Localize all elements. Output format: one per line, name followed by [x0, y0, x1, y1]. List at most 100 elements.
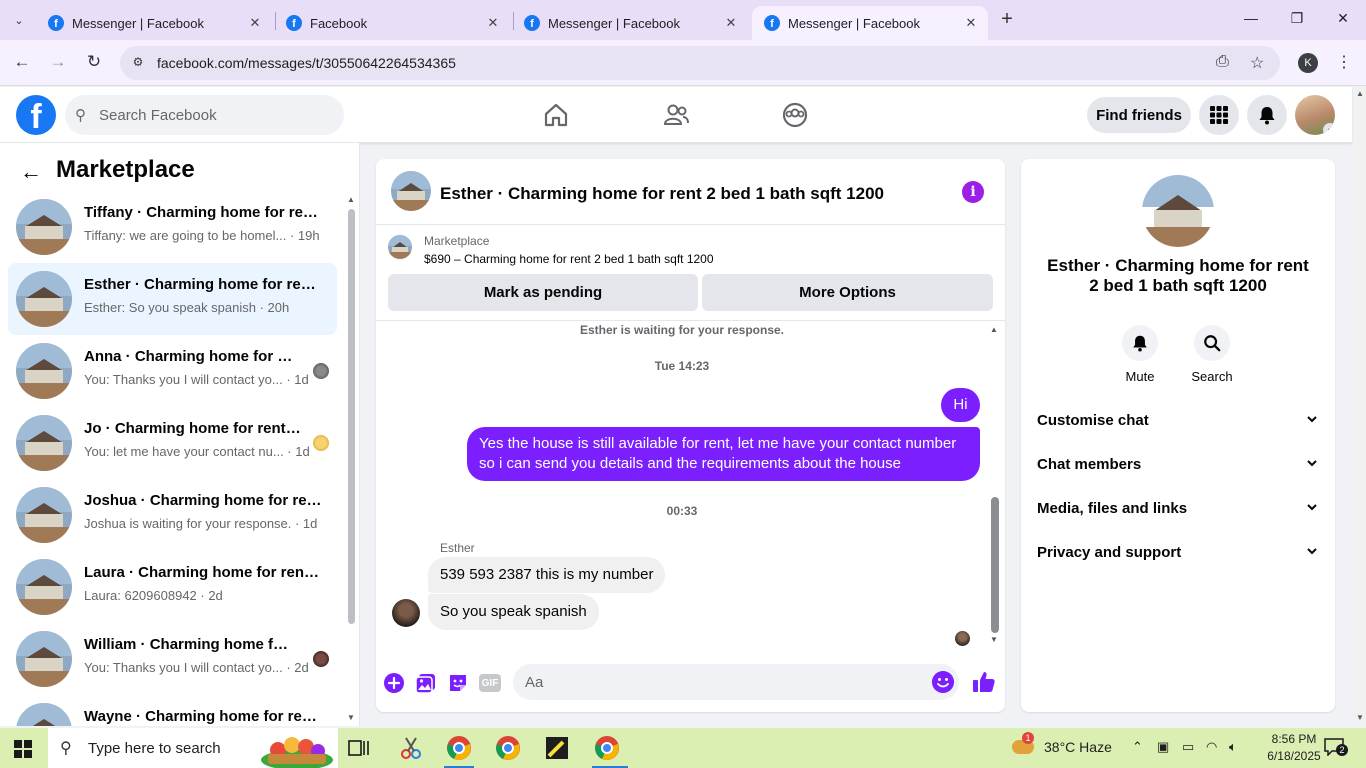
- find-friends-button[interactable]: Find friends: [1087, 97, 1191, 133]
- tab-search-chevron-icon[interactable]: ⌄: [6, 8, 32, 32]
- omnibox[interactable]: ⚙ facebook.com/messages/t/30550642264534…: [120, 46, 1280, 80]
- weather-widget[interactable]: 1 38°C Haze: [1012, 732, 1112, 758]
- conversation-item[interactable]: Laura · Charming home for rent 2 bed 1 b…: [8, 551, 337, 623]
- media-files-links-row[interactable]: Media, files and links: [1029, 489, 1327, 529]
- install-app-icon[interactable]: ⎙: [1216, 53, 1229, 71]
- tray-device-icon[interactable]: ▣: [1157, 739, 1169, 755]
- volume-icon[interactable]: 🔈︎: [1229, 739, 1237, 755]
- incoming-message[interactable]: 539 593 2387 this is my number: [428, 557, 666, 593]
- chat-scrollbar[interactable]: ▲ ▼: [990, 325, 1000, 645]
- sticky-notes-icon[interactable]: [542, 733, 572, 763]
- browser-tab-2[interactable]: f Facebook ✕: [274, 6, 510, 40]
- url-text[interactable]: facebook.com/messages/t/3055064226453436…: [157, 55, 456, 71]
- search-action[interactable]: Search: [1182, 325, 1242, 384]
- gif-icon[interactable]: GIF: [479, 674, 501, 692]
- browser-tab-4-active[interactable]: f Messenger | Facebook ✕: [752, 6, 988, 40]
- thumbs-up-icon[interactable]: [972, 670, 996, 694]
- info-icon[interactable]: i: [962, 181, 984, 203]
- chat-listing-thumbnail[interactable]: [391, 171, 431, 211]
- scissors-app-icon[interactable]: [396, 733, 426, 763]
- more-options-button[interactable]: More Options: [702, 274, 993, 311]
- notifications-button[interactable]: [1247, 95, 1287, 135]
- scrollbar-thumb[interactable]: [348, 209, 355, 624]
- browser-menu-icon[interactable]: ⋮: [1336, 52, 1352, 72]
- task-view-icon[interactable]: [344, 733, 374, 763]
- minimize-icon[interactable]: —: [1241, 10, 1261, 26]
- listing-thumbnail[interactable]: [388, 235, 412, 259]
- sender-avatar[interactable]: [392, 599, 420, 627]
- scrollbar-thumb[interactable]: [991, 497, 999, 633]
- chrome-profile-k-icon[interactable]: [592, 733, 622, 763]
- message-input[interactable]: [513, 664, 959, 700]
- account-avatar[interactable]: ▾: [1295, 95, 1335, 135]
- conversation-item[interactable]: Joshua · Charming home for rent 2 bed 1 …: [8, 479, 337, 551]
- mute-action[interactable]: Mute: [1110, 325, 1170, 384]
- reload-icon[interactable]: ↻: [84, 52, 104, 72]
- customise-chat-row[interactable]: Customise chat: [1029, 401, 1327, 441]
- weather-alert-badge: 1: [1022, 732, 1034, 744]
- sticker-icon[interactable]: [447, 672, 469, 694]
- conversation-item[interactable]: Anna · Charming home for rent 2 bed 1 ba…: [8, 335, 337, 407]
- conversation-item-active[interactable]: Esther · Charming home for rent 2 bed 1 …: [8, 263, 337, 335]
- new-tab-plus-icon[interactable]: +: [996, 8, 1018, 31]
- emoji-icon[interactable]: [932, 671, 954, 693]
- listing-large-thumbnail[interactable]: [1142, 175, 1214, 247]
- tab-close-icon[interactable]: ✕: [722, 15, 740, 31]
- tab-close-icon[interactable]: ✕: [246, 15, 264, 31]
- chat-title[interactable]: Esther · Charming home for rent 2 bed 1 …: [440, 184, 884, 204]
- facebook-logo-icon[interactable]: f: [16, 95, 56, 135]
- browser-tab-3[interactable]: f Messenger | Facebook ✕: [512, 6, 748, 40]
- scroll-down-arrow-icon[interactable]: ▼: [1356, 713, 1364, 722]
- conversation-item[interactable]: Jo · Charming home for rent 2 bed 1 bath…: [8, 407, 337, 479]
- privacy-support-row[interactable]: Privacy and support: [1029, 533, 1327, 573]
- scroll-up-arrow-icon[interactable]: ▲: [347, 195, 355, 204]
- scroll-up-arrow-icon[interactable]: ▲: [1356, 89, 1364, 98]
- mute-button[interactable]: [1122, 325, 1158, 361]
- search-button[interactable]: [1194, 325, 1230, 361]
- bookmark-star-icon[interactable]: ☆: [1250, 53, 1264, 73]
- mark-as-pending-button[interactable]: Mark as pending: [388, 274, 698, 311]
- listing-price[interactable]: $690 – Charming home for rent 2 bed 1 ba…: [424, 252, 714, 266]
- browser-tab-1[interactable]: f Messenger | Facebook ✕: [36, 6, 272, 40]
- wifi-icon[interactable]: ◠: [1206, 739, 1217, 755]
- photo-icon[interactable]: [415, 672, 437, 694]
- tab-title: Messenger | Facebook: [788, 15, 920, 31]
- windows-start-icon[interactable]: [14, 740, 32, 758]
- facebook-search-box[interactable]: ⚲: [65, 95, 344, 135]
- home-icon[interactable]: [542, 101, 570, 129]
- incoming-message[interactable]: So you speak spanish: [428, 594, 599, 630]
- scroll-down-arrow-icon[interactable]: ▼: [347, 713, 355, 722]
- chrome-icon[interactable]: [493, 733, 523, 763]
- close-window-icon[interactable]: ✕: [1333, 10, 1353, 27]
- sidebar-scrollbar[interactable]: ▲ ▼: [347, 195, 356, 725]
- scroll-down-arrow-icon[interactable]: ▼: [990, 635, 998, 644]
- groups-icon[interactable]: [781, 101, 809, 129]
- outgoing-message[interactable]: Hi: [941, 388, 980, 422]
- plus-circle-icon[interactable]: [383, 672, 405, 694]
- restore-window-icon[interactable]: ❐: [1287, 10, 1307, 27]
- facebook-search-input[interactable]: [99, 95, 329, 135]
- browser-profile-avatar[interactable]: K: [1298, 53, 1318, 73]
- tab-close-icon[interactable]: ✕: [484, 15, 502, 31]
- scroll-up-arrow-icon[interactable]: ▲: [990, 325, 998, 334]
- listing-thumbnail: [16, 703, 72, 726]
- tray-chevron-up-icon[interactable]: ⌃: [1132, 739, 1143, 755]
- tray-battery-icon[interactable]: ▭: [1182, 739, 1194, 755]
- timestamp: 00:33: [666, 504, 698, 518]
- site-settings-icon[interactable]: ⚙: [130, 55, 146, 71]
- conversation-item[interactable]: Tiffany · Charming home for rent 2 bed 1…: [8, 191, 337, 263]
- forward-arrow-icon[interactable]: →: [48, 52, 68, 72]
- back-arrow-icon[interactable]: ←: [20, 159, 42, 185]
- conversation-item[interactable]: Wayne · Charming home for rent 2 bed 1 b…: [8, 695, 337, 726]
- chat-members-row[interactable]: Chat members: [1029, 445, 1327, 485]
- notification-center-icon[interactable]: 2: [1324, 738, 1348, 757]
- tab-close-icon[interactable]: ✕: [962, 15, 980, 31]
- conversation-item[interactable]: William · Charming home for rent 2 bed 1…: [8, 623, 337, 695]
- taskbar-clock[interactable]: 8:56 PM 6/18/2025: [1258, 731, 1330, 765]
- page-scrollbar[interactable]: ▲ ▼: [1354, 87, 1366, 726]
- friends-icon[interactable]: [662, 101, 690, 129]
- back-arrow-icon[interactable]: ←: [12, 52, 32, 72]
- menu-grid-button[interactable]: [1199, 95, 1239, 135]
- outgoing-message[interactable]: Yes the house is still available for ren…: [467, 427, 980, 481]
- chrome-profile-1-icon[interactable]: [444, 733, 474, 763]
